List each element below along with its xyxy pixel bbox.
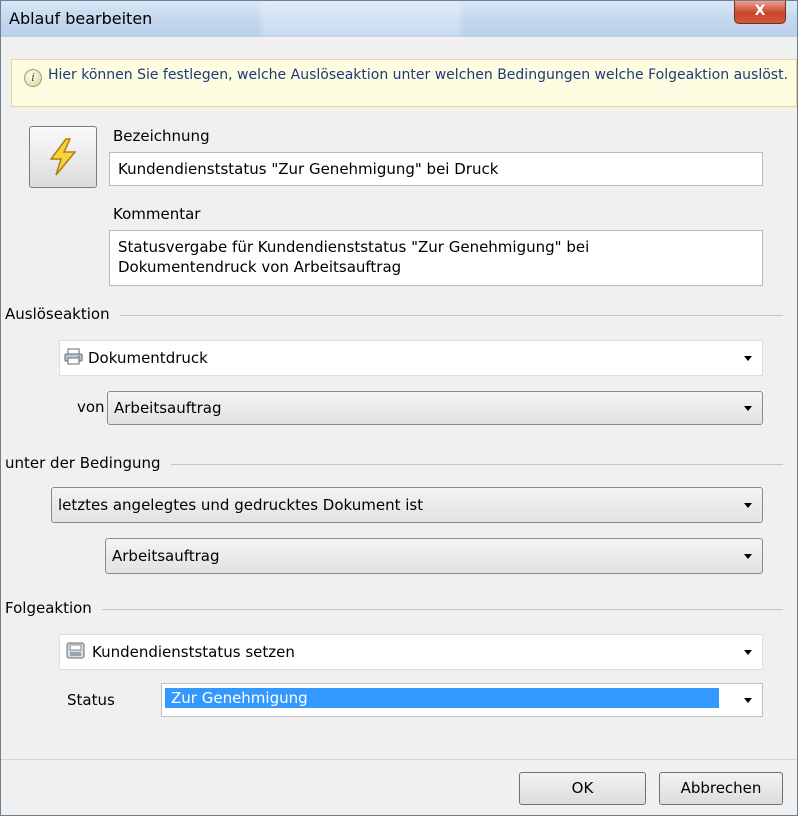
status-select[interactable]: Zur Genehmigung [161,683,763,717]
status-value: Zur Genehmigung [165,688,719,708]
lightning-icon-button[interactable] [29,126,97,188]
chevron-down-icon [744,355,752,361]
section-folgeaktion: Folgeaktion [5,599,783,619]
cancel-button[interactable]: Abbrechen [659,772,783,805]
printer-icon [64,348,83,365]
chevron-down-icon [744,697,752,703]
folgeaktion-value: Kundendienststatus setzen [92,643,295,661]
chevron-down-icon [744,502,752,508]
window-title: Ablauf bearbeiten [9,9,153,28]
section-bedingung: unter der Bedingung [5,454,783,474]
status-icon [66,642,85,659]
kommentar-label: Kommentar [113,205,201,223]
ausloeseaktion-select[interactable]: Dokumentdruck [59,340,763,376]
kommentar-line-2: Dokumentendruck von Arbeitsauftrag [118,258,402,276]
kommentar-line-1: Statusvergabe für Kundendienststatus "Zu… [118,238,590,256]
lightning-icon [49,138,77,176]
kommentar-textarea[interactable]: Statusvergabe für Kundendienststatus "Zu… [109,230,763,286]
bedingung-value: letztes angelegtes und gedrucktes Dokume… [58,496,424,514]
dokument-value: Arbeitsauftrag [112,547,220,565]
von-value: Arbeitsauftrag [114,399,222,417]
chevron-down-icon [744,649,752,655]
section-folgeaktion-label: Folgeaktion [5,599,102,617]
section-ausloeseaktion-label: Auslöseaktion [5,305,120,323]
ok-button[interactable]: OK [519,772,646,805]
button-bar: OK Abbrechen [1,759,797,815]
info-icon: i [24,69,42,87]
folgeaktion-select[interactable]: Kundendienststatus setzen [59,634,763,670]
background-window-ghost [261,1,461,37]
info-text: Hier können Sie festlegen, welche Auslös… [48,67,789,83]
section-bedingung-label: unter der Bedingung [5,454,171,472]
close-button[interactable]: X [734,1,786,24]
bezeichnung-label: Bezeichnung [113,127,210,145]
bezeichnung-input[interactable]: Kundendienststatus "Zur Genehmigung" bei… [109,152,763,186]
status-label: Status [67,691,115,709]
ausloeseaktion-value: Dokumentdruck [88,349,208,367]
title-bar[interactable]: Ablauf bearbeiten X [1,1,797,37]
von-select[interactable]: Arbeitsauftrag [107,391,763,425]
dialog-window: Ablauf bearbeiten X i Hier können Sie fe… [0,0,798,816]
info-banner: i Hier können Sie festlegen, welche Ausl… [11,59,797,107]
chevron-down-icon [744,553,752,559]
von-label: von [77,398,105,416]
chevron-down-icon [744,405,752,411]
dokument-select[interactable]: Arbeitsauftrag [105,538,763,574]
bedingung-select[interactable]: letztes angelegtes und gedrucktes Dokume… [51,487,763,523]
section-ausloeseaktion: Auslöseaktion [5,305,783,325]
